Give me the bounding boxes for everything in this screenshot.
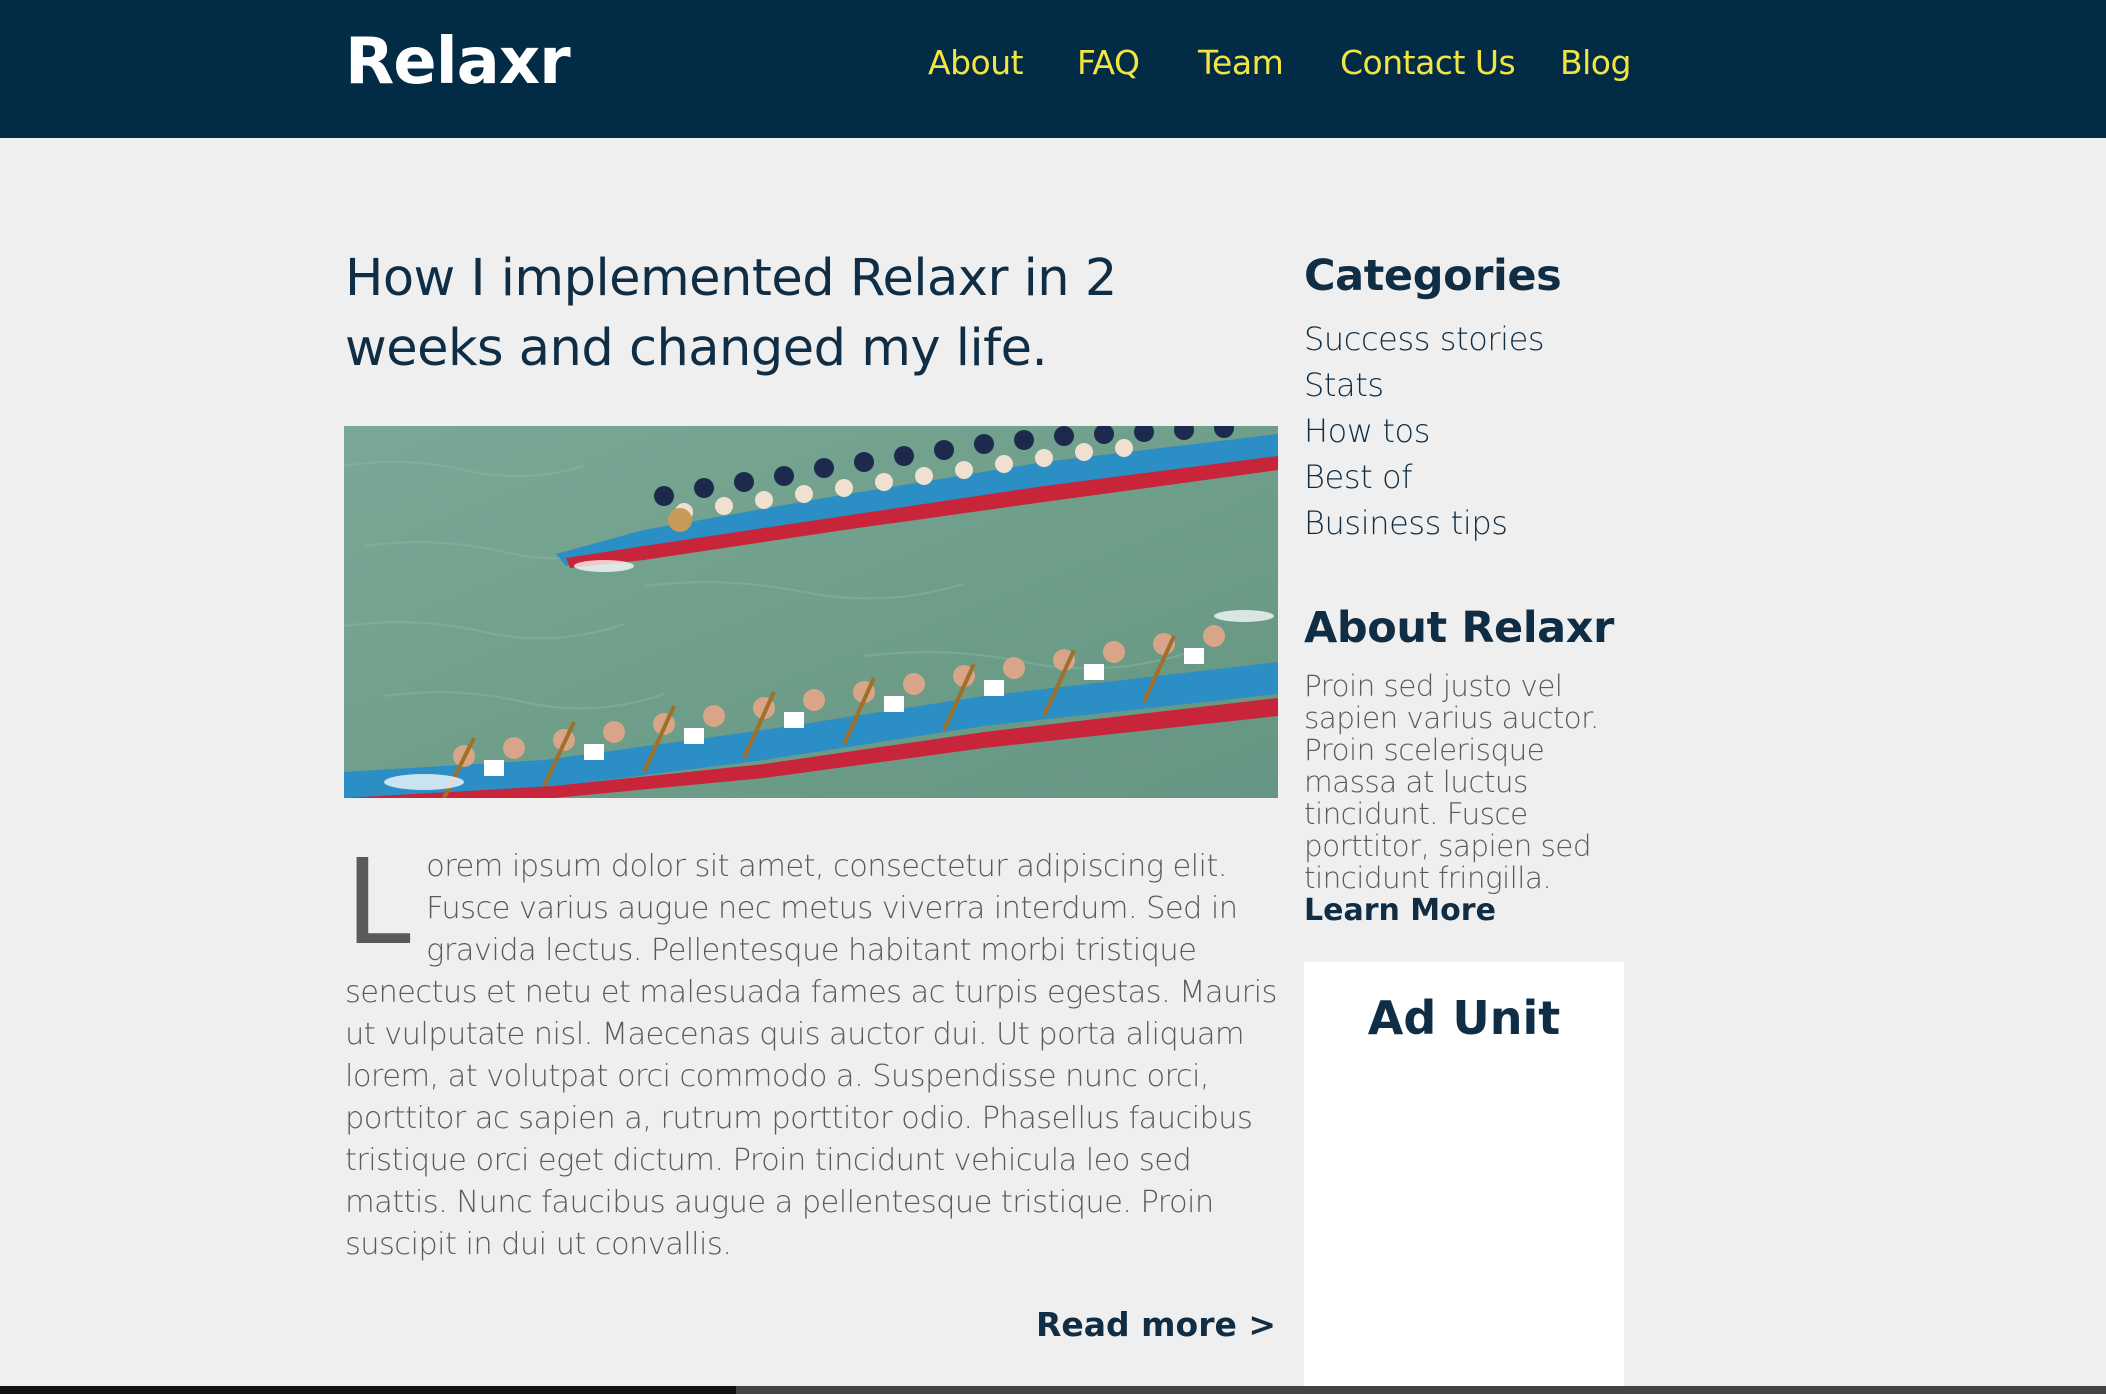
article-body-text: orem ipsum dolor sit amet, consectetur a… <box>345 849 1277 1262</box>
drop-cap: L <box>345 833 411 971</box>
nav-blog-link[interactable]: Blog <box>1560 40 1631 86</box>
learn-more-link[interactable]: Learn More <box>1304 894 1624 928</box>
main-nav: About FAQ Team Contact Us Blog <box>0 40 2106 90</box>
nav-faq-link[interactable]: FAQ <box>1077 40 1140 86</box>
category-success-stories[interactable]: Success stories <box>1304 316 1624 362</box>
article-title: How I implemented Relaxr in 2 weeks and … <box>345 249 1117 378</box>
sidebar: Categories Success stories Stats How tos… <box>1304 246 1624 928</box>
ad-unit[interactable]: Ad Unit <box>1304 962 1624 1394</box>
categories-list: Success stories Stats How tos Best of Bu… <box>1304 316 1624 546</box>
article-body: L orem ipsum dolor sit amet, consectetur… <box>345 833 1280 1266</box>
nav-contact-link[interactable]: Contact Us <box>1340 40 1516 86</box>
category-business-tips[interactable]: Business tips <box>1304 500 1624 546</box>
bottom-bar-segment <box>0 1386 736 1394</box>
nav-about-link[interactable]: About <box>928 40 1024 86</box>
bottom-window-bar <box>0 1386 2106 1394</box>
category-how-tos[interactable]: How tos <box>1304 408 1624 454</box>
dragon-boat-photo <box>344 426 1278 798</box>
ad-unit-label: Ad Unit <box>1367 991 1561 1045</box>
nav-team-link[interactable]: Team <box>1198 40 1284 86</box>
about-heading: About Relaxr <box>1304 603 1614 653</box>
category-stats[interactable]: Stats <box>1304 362 1624 408</box>
categories-heading: Categories <box>1304 251 1562 301</box>
site-header: Relaxr About FAQ Team Contact Us Blog <box>0 0 2106 138</box>
read-more-link[interactable]: Read more > <box>1000 1302 1276 1348</box>
category-best-of[interactable]: Best of <box>1304 454 1624 500</box>
article-hero-image <box>344 426 1278 798</box>
about-text: Proin sed justo vel sapien varius auctor… <box>1304 669 1599 895</box>
